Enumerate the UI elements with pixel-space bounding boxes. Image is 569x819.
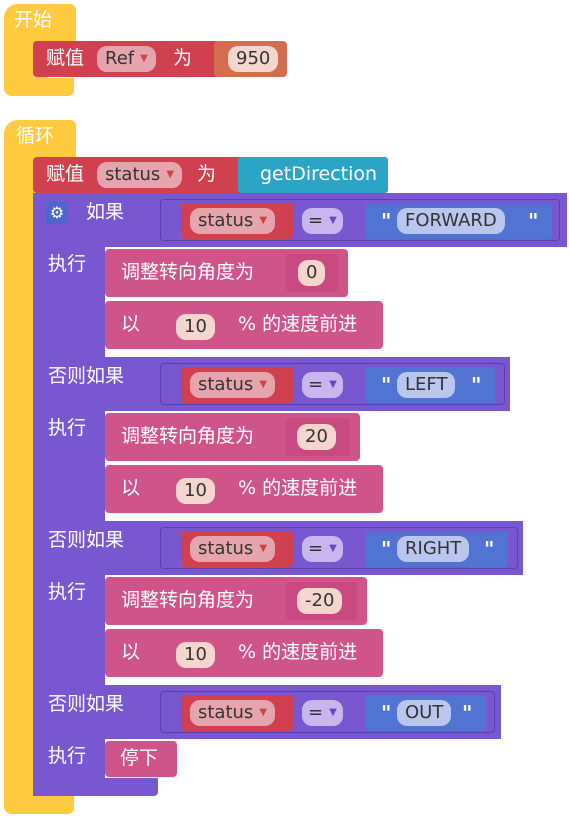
do-label: 执行 xyxy=(48,417,87,439)
elseif-label: 否则如果 xyxy=(48,365,125,387)
variable-name: status xyxy=(198,374,254,395)
variable-name: status xyxy=(198,210,254,231)
loop-block[interactable] xyxy=(4,120,36,814)
variable-dropdown-status[interactable]: status ▼ xyxy=(190,536,276,562)
triangle-down-icon: ▼ xyxy=(259,215,268,226)
triangle-down-icon: ▼ xyxy=(259,707,268,718)
triangle-down-icon: ▼ xyxy=(329,543,337,554)
quote-close: " xyxy=(471,373,482,397)
angle-value[interactable]: 0 xyxy=(298,260,326,286)
assign-to-label: 为 xyxy=(173,47,193,69)
do-label: 执行 xyxy=(48,581,87,603)
quote-open: " xyxy=(381,537,392,561)
speed-prefix-label: 以 xyxy=(121,313,141,335)
elseif-label: 否则如果 xyxy=(48,529,125,551)
operator-symbol: = xyxy=(308,538,324,559)
assign-to-label: 为 xyxy=(197,163,217,185)
speed-suffix-label: % 的速度前进 xyxy=(238,477,358,499)
elseif-label: 否则如果 xyxy=(48,693,125,715)
operator-symbol: = xyxy=(308,702,324,723)
number-value[interactable]: 950 xyxy=(228,46,279,72)
speed-suffix-label: % 的速度前进 xyxy=(238,313,358,335)
speed-value[interactable]: 10 xyxy=(176,314,215,340)
triangle-down-icon: ▼ xyxy=(329,707,337,718)
quote-open: " xyxy=(381,701,392,725)
loop-block-footer xyxy=(4,796,74,814)
turn-label: 调整转向角度为 xyxy=(121,261,255,283)
operator-symbol: = xyxy=(308,210,324,231)
variable-dropdown-ref[interactable]: Ref ▼ xyxy=(97,46,156,72)
gear-icon[interactable]: ⚙ xyxy=(46,202,68,224)
variable-name: Ref xyxy=(105,48,135,69)
quote-close: " xyxy=(462,701,473,725)
operator-dropdown[interactable]: = ▼ xyxy=(302,208,343,234)
triangle-down-icon: ▼ xyxy=(329,215,337,226)
if-block-bottom xyxy=(33,778,158,796)
string-value[interactable]: LEFT xyxy=(397,372,456,398)
variable-dropdown-status[interactable]: status ▼ xyxy=(97,162,183,188)
triangle-down-icon: ▼ xyxy=(166,169,175,180)
triangle-down-icon: ▼ xyxy=(259,379,268,390)
quote-close: " xyxy=(484,537,495,561)
triangle-down-icon: ▼ xyxy=(329,379,337,390)
variable-name: status xyxy=(105,164,161,185)
quote-open: " xyxy=(381,373,392,397)
string-value[interactable]: OUT xyxy=(397,700,452,726)
variable-dropdown-status[interactable]: status ▼ xyxy=(190,372,276,398)
speed-value[interactable]: 10 xyxy=(176,478,215,504)
function-name: getDirection xyxy=(260,163,378,185)
if-label: 如果 xyxy=(86,201,125,223)
do-label: 执行 xyxy=(48,253,87,275)
loop-label: 循环 xyxy=(16,125,55,147)
string-value[interactable]: FORWARD xyxy=(397,208,505,234)
turn-label: 调整转向角度为 xyxy=(121,425,255,447)
angle-value[interactable]: -20 xyxy=(297,588,343,614)
start-block-footer xyxy=(4,78,74,96)
triangle-down-icon: ▼ xyxy=(259,543,268,554)
variable-name: status xyxy=(198,702,254,723)
operator-dropdown[interactable]: = ▼ xyxy=(302,536,343,562)
quote-close: " xyxy=(528,209,539,233)
string-value[interactable]: RIGHT xyxy=(397,536,470,562)
speed-value[interactable]: 10 xyxy=(176,642,215,668)
triangle-down-icon: ▼ xyxy=(140,53,148,64)
operator-symbol: = xyxy=(308,374,324,395)
turn-label: 调整转向角度为 xyxy=(121,589,255,611)
do-label: 执行 xyxy=(48,745,87,767)
quote-open: " xyxy=(381,209,392,233)
variable-name: status xyxy=(198,538,254,559)
operator-dropdown[interactable]: = ▼ xyxy=(302,700,343,726)
speed-prefix-label: 以 xyxy=(121,477,141,499)
speed-suffix-label: % 的速度前进 xyxy=(238,641,358,663)
stop-label: 停下 xyxy=(120,747,159,769)
variable-dropdown-status[interactable]: status ▼ xyxy=(190,208,276,234)
assign-label: 赋值 xyxy=(46,163,85,185)
speed-prefix-label: 以 xyxy=(121,641,141,663)
start-label: 开始 xyxy=(14,9,53,31)
operator-dropdown[interactable]: = ▼ xyxy=(302,372,343,398)
angle-value[interactable]: 20 xyxy=(297,424,336,450)
assign-label: 赋值 xyxy=(46,47,85,69)
variable-dropdown-status[interactable]: status ▼ xyxy=(190,700,276,726)
